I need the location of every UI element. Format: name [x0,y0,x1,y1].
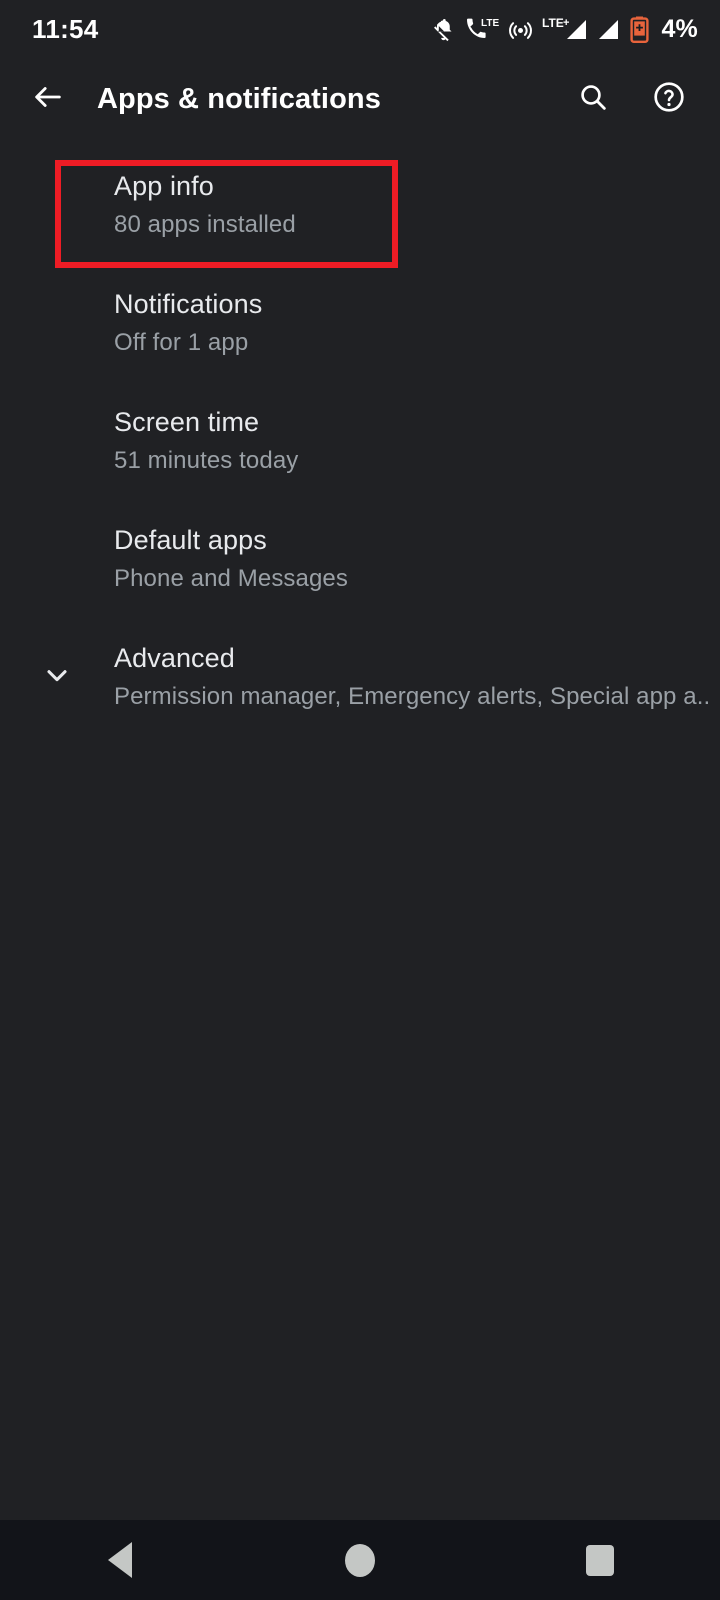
settings-list: App info 80 apps installed Notifications… [0,146,720,736]
list-item-text-notifications: Notifications Off for 1 app [114,288,262,359]
list-item-title-notifications: Notifications [114,288,263,319]
list-item-default-apps[interactable]: Default apps Phone and Messages [0,500,720,618]
list-item-title-screen-time: Screen time [114,406,260,437]
arrow-back-icon [31,80,65,119]
nav-home-button[interactable] [240,1520,480,1600]
nav-recents-button[interactable] [480,1520,720,1600]
list-item-subtitle-default-apps: Phone and Messages [114,565,348,593]
notifications-off-icon [431,17,456,42]
nav-recents-square-icon [586,1544,614,1576]
list-item-title-default-apps: Default apps [114,524,267,555]
svg-text:LTE: LTE [542,16,564,30]
help-button[interactable] [644,74,694,124]
volte-call-icon: LTE [465,17,499,42]
list-item-advanced[interactable]: Advanced Permission manager, Emergency a… [0,618,720,736]
lte-plus-signal-icon: LTE + [542,16,588,42]
status-bar-icons: LTE LTE + 4% [431,15,698,44]
navigation-bar [0,1520,720,1600]
list-item-title-app-info: App info [114,170,214,201]
signal-bars-icon [597,16,621,42]
hotspot-icon [508,17,533,42]
help-circle-icon [652,80,686,119]
list-item-leading-advanced [0,659,114,696]
list-item-subtitle-app-info: 80 apps installed [114,211,296,239]
app-bar-actions [568,74,694,124]
list-item-subtitle-notifications: Off for 1 app [114,329,249,357]
list-item-text-app-info: App info 80 apps installed [114,170,296,241]
status-bar: 11:54 LTE LTE + 4% [0,0,720,58]
battery-saver-icon [630,16,650,43]
list-item-text-advanced: Advanced Permission manager, Emergency a… [114,642,710,713]
app-bar: Apps & notifications [0,58,720,140]
chevron-down-icon [41,659,73,696]
list-item-title-advanced: Advanced [114,642,235,673]
phone-screen: 11:54 LTE LTE + 4% Apps & notifications … [0,0,720,1600]
list-item-text-default-apps: Default apps Phone and Messages [114,524,348,595]
nav-back-button[interactable] [0,1520,240,1600]
list-item-notifications[interactable]: Notifications Off for 1 app [0,264,720,382]
battery-percentage: 4% [661,14,698,43]
list-item-text-screen-time: Screen time 51 minutes today [114,406,298,477]
svg-text:+: + [563,17,569,29]
search-button[interactable] [568,74,618,124]
status-bar-clock: 11:54 [32,13,99,44]
list-item-subtitle-advanced: Permission manager, Emergency alerts, Sp… [114,683,711,711]
svg-text:LTE: LTE [481,18,499,29]
list-item-app-info[interactable]: App info 80 apps installed [0,146,720,264]
nav-back-triangle-icon [108,1542,132,1578]
back-button[interactable] [22,73,74,125]
page-title: Apps & notifications [97,82,381,115]
search-icon [577,81,609,118]
nav-home-circle-icon [345,1543,375,1577]
list-item-screen-time[interactable]: Screen time 51 minutes today [0,382,720,500]
list-item-subtitle-screen-time: 51 minutes today [114,447,299,475]
